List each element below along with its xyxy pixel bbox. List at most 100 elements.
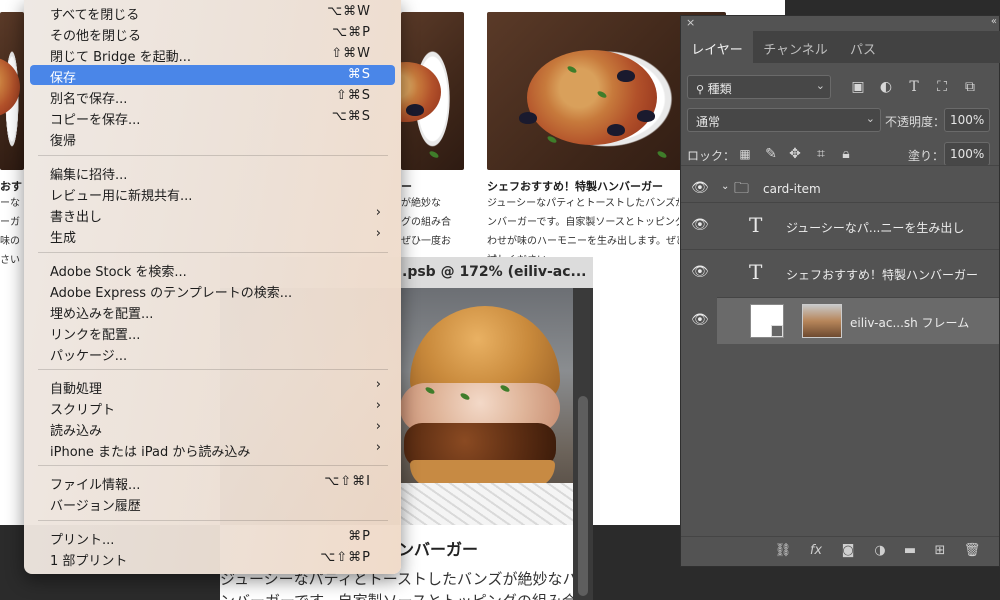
folder-icon[interactable]: ▬ <box>900 543 920 558</box>
chevron-down-icon[interactable]: ⌄ <box>721 181 729 192</box>
frame-thumbnail <box>750 304 784 338</box>
menu-item-version-history[interactable]: バージョン履歴 <box>30 493 395 514</box>
menu-separator <box>38 252 388 253</box>
menu-item-export[interactable]: 書き出し › <box>30 204 395 225</box>
layer-filter-kind-select[interactable]: ⚲ 種類 ⌄ <box>687 75 831 99</box>
card-right-line: ンバーガーです。自家製ソースとトッピングの組み合 <box>487 217 679 228</box>
layer-row-text[interactable]: 👁︎ T シェフおすすめ！特製ハンバーガー <box>681 249 999 296</box>
layer-row-text[interactable]: 👁︎ T ジューシーなパ...ニーを生み出し <box>681 202 999 249</box>
lock-all-icon[interactable]: 🔒︎ <box>836 144 856 164</box>
tab-paths[interactable]: パス <box>838 31 888 63</box>
card-mid-image <box>401 12 464 170</box>
lock-position-icon[interactable]: ✥ <box>785 144 805 164</box>
menu-separator <box>38 465 388 466</box>
card-left-line: ーガ <box>0 217 20 228</box>
layer-name[interactable]: ジューシーなパ...ニーを生み出し <box>786 219 964 236</box>
menu-item-scripts[interactable]: スクリプト › <box>30 397 395 418</box>
card-left-line: さい <box>0 255 20 266</box>
card-right-title: シェフおすすめ！特製ハンバーガー <box>487 180 663 193</box>
type-filter-icon[interactable]: T <box>904 77 924 97</box>
card-right-line: ジューシーなパティとトーストしたバンズが絶妙なハ <box>487 198 679 209</box>
layer-name[interactable]: eiliv-ac...sh フレーム <box>850 314 969 331</box>
menu-item-print[interactable]: プリント... ⌘P <box>30 527 395 548</box>
card-mid-line: ぜひ一度お <box>401 236 451 247</box>
menu-item-save-as[interactable]: 別名で保存... ⇧⌘S <box>30 86 395 107</box>
menu-item-generate[interactable]: 生成 › <box>30 225 395 246</box>
lock-image-pixels-icon[interactable]: ✎ <box>761 144 781 164</box>
frame-badge-icon <box>771 325 783 337</box>
layers-panel-footer: ⛓︎ fx ◙ ◑ ▬ ⊞ 🗑︎ <box>681 536 999 566</box>
visibility-eye-icon[interactable]: 👁︎ <box>691 312 709 328</box>
menu-item-package[interactable]: パッケージ... <box>30 343 395 364</box>
lock-artboard-icon[interactable]: ⌗ <box>811 144 831 164</box>
menu-item-revert[interactable]: 復帰 <box>30 128 395 149</box>
close-icon[interactable]: × <box>686 16 695 29</box>
menu-item-import-from-iphone-ipad[interactable]: iPhone または iPad から読み込み › <box>30 439 395 460</box>
link-icon[interactable]: ⛓︎ <box>773 543 793 558</box>
menu-item-print-one-copy[interactable]: 1 部プリント ⌥⇧⌘P <box>30 548 395 569</box>
lock-label: ロック： <box>687 149 736 163</box>
new-layer-icon[interactable]: ⊞ <box>930 543 950 558</box>
chevron-right-icon: › <box>375 205 381 220</box>
menu-item-search-adobe-express-templates[interactable]: Adobe Express のテンプレートの検索... <box>30 280 395 301</box>
document-heading: ンバーガー <box>398 540 479 559</box>
card-mid-title: ー <box>401 180 412 193</box>
smart-object-filter-icon[interactable]: ⧉ <box>960 77 980 97</box>
card-right-line: わせが味のハーモニーを生み出します。ぜひ一度お <box>487 236 679 247</box>
tab-layers[interactable]: レイヤー <box>681 31 753 63</box>
type-layer-icon: T <box>749 260 763 284</box>
collapse-icon[interactable]: « <box>991 16 997 27</box>
tab-channels[interactable]: チャンネル <box>753 31 838 63</box>
chevron-right-icon: › <box>375 377 381 392</box>
menu-separator <box>38 155 388 156</box>
menu-item-share-for-review[interactable]: レビュー用に新規共有... <box>30 183 395 204</box>
layer-name[interactable]: シェフおすすめ！特製ハンバーガー <box>786 266 978 283</box>
menu-item-import[interactable]: 読み込み › <box>30 418 395 439</box>
fx-icon[interactable]: fx <box>806 543 826 558</box>
panel-tabs: レイヤー チャンネル パス <box>681 31 1000 63</box>
menu-item-close-others[interactable]: その他を閉じる ⌥⌘P <box>30 23 395 44</box>
menu-item-close-and-go-to-bridge[interactable]: 閉じて Bridge を起動... ⇧⌘W <box>30 44 395 65</box>
card-mid-line: が絶妙な <box>401 198 441 209</box>
shape-filter-icon[interactable]: ⛶ <box>932 77 952 97</box>
menu-item-invite-to-edit[interactable]: 編集に招待... <box>30 162 395 183</box>
file-menu: すべてを閉じる ⌥⌘W その他を閉じる ⌥⌘P 閉じて Bridge を起動... ⇧… <box>24 0 401 574</box>
lock-transparent-pixels-icon[interactable]: ▦ <box>735 144 755 164</box>
adjustment-filter-icon[interactable]: ◐ <box>876 77 896 97</box>
chevron-right-icon: › <box>375 398 381 413</box>
visibility-eye-icon[interactable]: 👁︎ <box>691 217 709 233</box>
menu-item-close-all[interactable]: すべてを閉じる ⌥⌘W <box>30 2 395 23</box>
chevron-right-icon: › <box>375 419 381 434</box>
opacity-label: 不透明度： <box>885 115 946 129</box>
mask-icon[interactable]: ◙ <box>838 543 858 558</box>
type-layer-icon: T <box>749 213 763 237</box>
menu-item-search-adobe-stock[interactable]: Adobe Stock を検索... <box>30 259 395 280</box>
visibility-eye-icon[interactable]: 👁︎ <box>691 264 709 280</box>
layer-name[interactable]: card-item <box>763 182 821 196</box>
card-mid-line: グの組み合 <box>401 217 451 228</box>
menu-item-file-info[interactable]: ファイル情報... ⌥⇧⌘I <box>30 472 395 493</box>
image-thumbnail <box>802 304 842 338</box>
menu-item-save[interactable]: 保存 ⌘S <box>30 65 395 86</box>
card-left-title: おす <box>0 180 22 193</box>
menu-separator <box>38 520 388 521</box>
scrollbar-thumb[interactable] <box>578 396 588 596</box>
menu-item-place-linked[interactable]: リンクを配置... <box>30 322 395 343</box>
blend-mode-select[interactable]: 通常 ⌄ <box>687 108 881 132</box>
visibility-eye-icon[interactable]: 👁︎ <box>691 180 709 196</box>
card-left-image <box>0 12 24 170</box>
layers-panel: × « レイヤー チャンネル パス ⚲ 種類 ⌄ ▣ ◐ T ⛶ ⧉ 通常 ⌄ … <box>680 15 1000 567</box>
menu-item-place-embedded[interactable]: 埋め込みを配置... <box>30 301 395 322</box>
trash-icon[interactable]: 🗑︎ <box>962 543 982 558</box>
menu-separator <box>38 369 388 370</box>
adjustment-icon[interactable]: ◑ <box>870 543 890 558</box>
folder-icon: 🗀︎ <box>734 179 750 197</box>
opacity-input[interactable]: 100% <box>944 108 990 132</box>
document-text-line: ンバーガーです。自家製ソースとトッピングの組み合 <box>220 590 573 600</box>
fill-input[interactable]: 100% <box>944 142 990 166</box>
image-filter-icon[interactable]: ▣ <box>848 77 868 97</box>
menu-item-save-a-copy[interactable]: コピーを保存... ⌥⌘S <box>30 107 395 128</box>
menu-item-automate[interactable]: 自動処理 › <box>30 376 395 397</box>
vertical-scrollbar[interactable] <box>573 288 593 600</box>
layer-row-frame[interactable]: 👁︎ eiliv-ac...sh フレーム <box>691 297 999 344</box>
